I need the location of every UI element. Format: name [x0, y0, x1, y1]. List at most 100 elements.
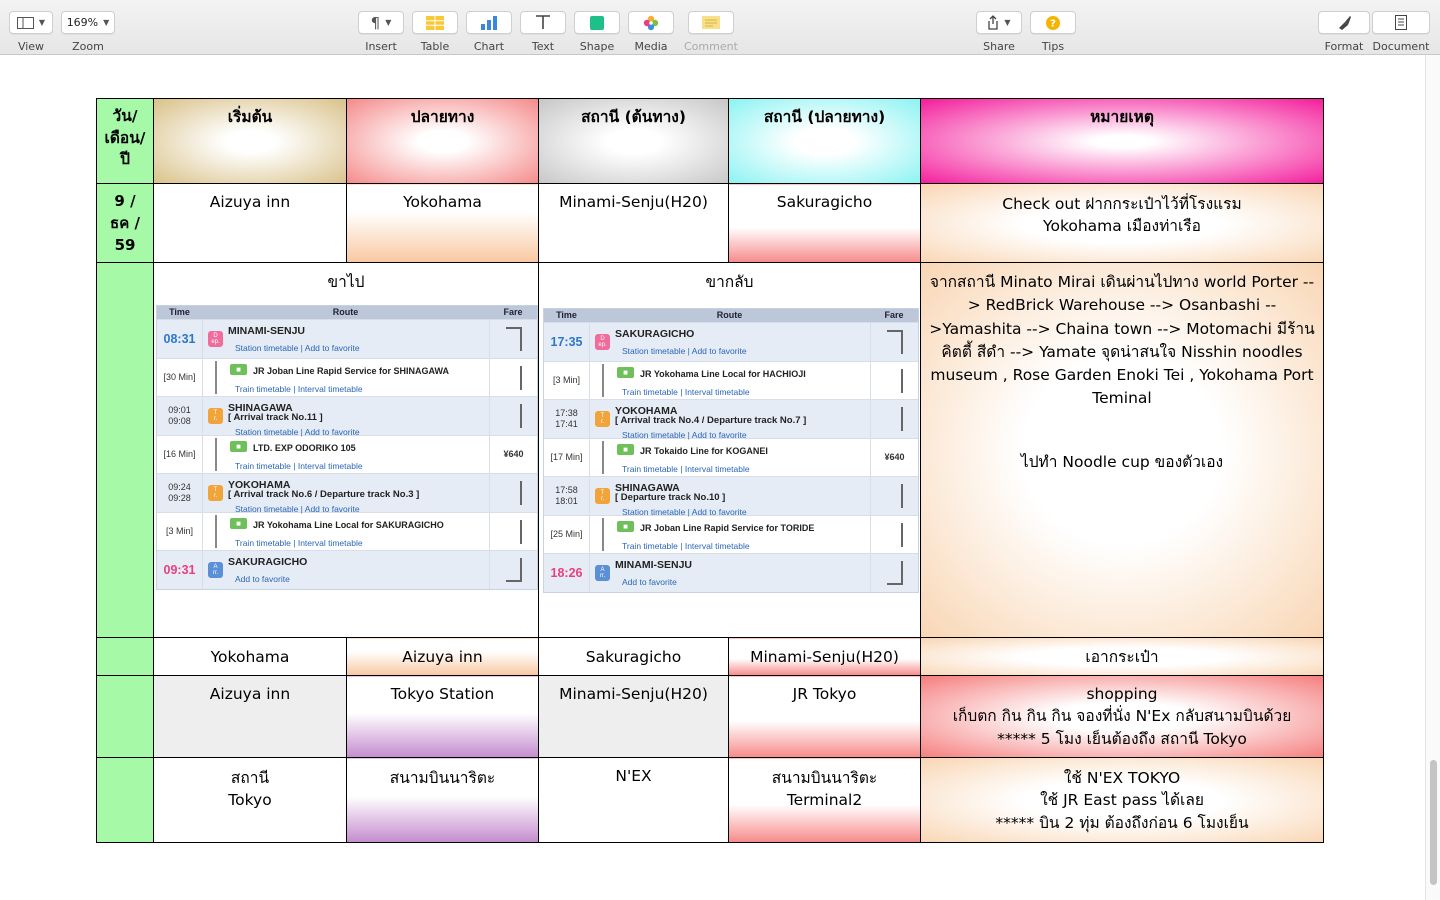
- cell-notes[interactable]: ใช้ N'EX TOKYO ใช้ JR East pass ได้เลย *…: [920, 757, 1324, 843]
- fare-bracket: [506, 481, 522, 506]
- view-control[interactable]: ▼ View: [9, 11, 53, 53]
- shape-button[interactable]: [574, 11, 620, 34]
- train-name: JR Joban Line Rapid Service for TORIDE: [640, 523, 815, 534]
- shape-label: Shape: [579, 40, 615, 53]
- fare-bracket: [887, 522, 903, 547]
- fare-bracket: [886, 330, 903, 355]
- train-links[interactable]: Train timetable | Interval timetable: [622, 386, 750, 398]
- header-date[interactable]: วัน/ เดือน/ ปี: [96, 98, 154, 184]
- cell-date[interactable]: 9 / ธค / 59: [96, 183, 154, 263]
- train-name: JR Joban Line Rapid Service for SHINAGAW…: [253, 366, 450, 377]
- cell-date[interactable]: [96, 637, 154, 676]
- fare-bracket: [887, 368, 903, 393]
- insert-control[interactable]: ¶ ▼ Insert: [358, 11, 404, 53]
- chart-button[interactable]: [466, 11, 512, 34]
- station-links[interactable]: Station timetable | Add to favorite: [235, 342, 360, 354]
- tips-control[interactable]: ? Tips: [1030, 11, 1076, 53]
- document-button[interactable]: [1372, 11, 1430, 34]
- chart-control[interactable]: Chart: [466, 11, 512, 53]
- cell-station-from[interactable]: Sakuragicho: [538, 637, 729, 676]
- media-label: Media: [634, 40, 668, 53]
- cell-destination[interactable]: Aizuya inn: [346, 637, 539, 676]
- cell-station-to[interactable]: Sakuragicho: [728, 183, 921, 263]
- cell-start[interactable]: Aizuya inn: [153, 675, 347, 758]
- document-control[interactable]: Document: [1372, 11, 1430, 53]
- transfer-times: 17:38 17:41: [555, 407, 578, 430]
- cell-start[interactable]: Aizuya inn: [153, 183, 347, 263]
- format-button[interactable]: [1318, 11, 1370, 34]
- view-button[interactable]: ▼: [9, 11, 53, 34]
- cell-start[interactable]: สถานี Tokyo: [153, 757, 347, 843]
- header-notes[interactable]: หมายเหตุ: [920, 98, 1324, 184]
- train-links[interactable]: Train timetable | Interval timetable: [622, 463, 750, 475]
- share-button[interactable]: ▼: [976, 11, 1022, 34]
- departure-time: 08:31: [163, 332, 196, 347]
- route-go-cell[interactable]: ขาไป Time Route Fare 08:31 D ep. MINAMI-…: [153, 262, 539, 638]
- favorite-link[interactable]: Add to favorite: [235, 573, 290, 585]
- transfer-row: 17:58 18:01 T r. SHINAGAWA [ Departure t…: [544, 476, 918, 517]
- station-links[interactable]: Station timetable | Add to favorite: [622, 345, 747, 357]
- share-control[interactable]: ▼ Share: [976, 11, 1022, 53]
- cell-station-from[interactable]: N'EX: [538, 757, 729, 843]
- zoom-control[interactable]: 169% ▼ Zoom: [61, 11, 115, 53]
- table-row: Aizuya inn Tokyo Station Minami-Senju(H2…: [96, 675, 1324, 758]
- chevron-down-icon: ▼: [385, 18, 392, 27]
- train-links[interactable]: Train timetable | Interval timetable: [235, 383, 363, 395]
- cell-station-to[interactable]: JR Tokyo: [728, 675, 921, 758]
- table-control[interactable]: Table: [412, 11, 458, 53]
- header-station-from[interactable]: สถานี (ต้นทาง): [538, 98, 729, 184]
- cell-date[interactable]: [96, 675, 154, 758]
- scrollbar-thumb[interactable]: [1430, 760, 1437, 885]
- train-links[interactable]: Train timetable | Interval timetable: [622, 540, 750, 552]
- cell-destination[interactable]: Tokyo Station: [346, 675, 539, 758]
- cell-date[interactable]: [96, 757, 154, 843]
- zoom-select[interactable]: 169% ▼: [61, 11, 115, 34]
- cell-station-to[interactable]: สนามบินนาริตะ Terminal2: [728, 757, 921, 843]
- arrival-time: 18:26: [550, 566, 583, 581]
- segment-duration: [30 Min]: [163, 372, 196, 383]
- tips-button[interactable]: ?: [1030, 11, 1076, 34]
- departure-badge: D ep.: [208, 331, 223, 348]
- comment-control[interactable]: Comment: [684, 11, 738, 53]
- train-icon: ■: [230, 518, 247, 530]
- table-button[interactable]: [412, 11, 458, 34]
- cell-station-from[interactable]: Minami-Senju(H20): [538, 675, 729, 758]
- train-row: [3 Min] ■ JR Yokohama Line Local for SAK…: [157, 512, 537, 551]
- header-destination[interactable]: ปลายทาง: [346, 98, 539, 184]
- cell-destination[interactable]: Yokohama: [346, 183, 539, 263]
- cell-notes[interactable]: shopping เก็บตก กิน กิน กิน จองที่นั่ง N…: [920, 675, 1324, 758]
- route-back-cell[interactable]: ขากลับ Time Route Fare 17:35 D ep. SAKUR…: [538, 262, 921, 638]
- header-station-to[interactable]: สถานี (ปลายทาง): [728, 98, 921, 184]
- fare-bracket: [506, 519, 522, 544]
- cell-station-to[interactable]: Minami-Senju(H20): [728, 637, 921, 676]
- cell-notes[interactable]: เอากระเป๋า: [920, 637, 1324, 676]
- cell-notes[interactable]: Check out ฝากกระเป๋าไว้ที่โรงแรม Yokoham…: [920, 183, 1324, 263]
- header-start[interactable]: เริ่มต้น: [153, 98, 347, 184]
- cell-date[interactable]: [96, 262, 154, 638]
- fare-bracket: [886, 561, 903, 586]
- format-control[interactable]: Format: [1318, 11, 1370, 53]
- favorite-link[interactable]: Add to favorite: [622, 576, 677, 588]
- segment-duration: [16 Min]: [163, 449, 196, 460]
- route-line: [602, 518, 604, 552]
- cell-notes[interactable]: จากสถานี Minato Mirai เดินผ่านไปทาง worl…: [920, 262, 1324, 638]
- chart-label: Chart: [473, 40, 505, 53]
- itinerary-table[interactable]: วัน/ เดือน/ ปี เริ่มต้น ปลายทาง สถานี (ต…: [96, 98, 1324, 843]
- vertical-scrollbar[interactable]: [1425, 55, 1440, 900]
- text-control[interactable]: Text: [520, 11, 566, 53]
- train-links[interactable]: Train timetable | Interval timetable: [235, 460, 363, 472]
- media-button[interactable]: [628, 11, 674, 34]
- shape-icon: [590, 15, 604, 30]
- shape-control[interactable]: Shape: [574, 11, 620, 53]
- train-links[interactable]: Train timetable | Interval timetable: [235, 537, 363, 549]
- cell-destination[interactable]: สนามบินนาริตะ: [346, 757, 539, 843]
- route-line: [602, 364, 604, 398]
- cell-start[interactable]: Yokohama: [153, 637, 347, 676]
- insert-button[interactable]: ¶ ▼: [358, 11, 404, 34]
- fare-bracket: [505, 327, 522, 352]
- comment-button[interactable]: [687, 11, 734, 34]
- media-control[interactable]: Media: [628, 11, 674, 53]
- cell-station-from[interactable]: Minami-Senju(H20): [538, 183, 729, 263]
- document-canvas[interactable]: วัน/ เดือน/ ปี เริ่มต้น ปลายทาง สถานี (ต…: [0, 55, 1425, 900]
- text-button[interactable]: [520, 11, 566, 34]
